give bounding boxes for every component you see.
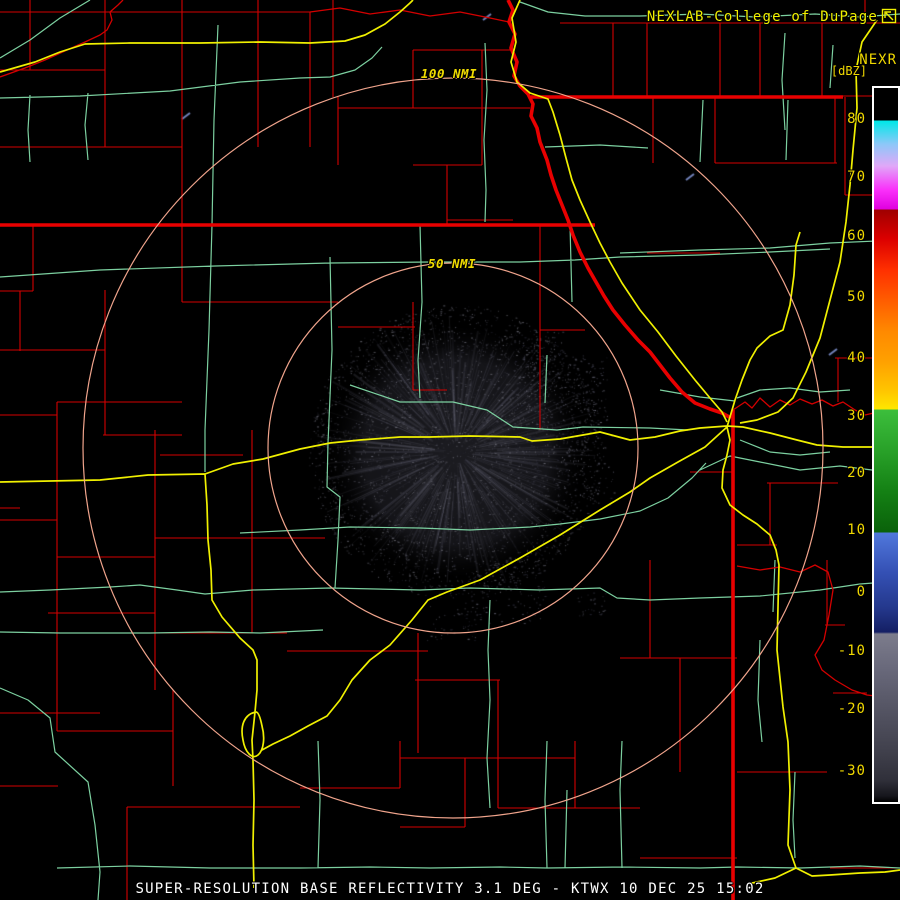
- radar-app-window: 100 NMI 50 NMI NEXLAB-College of DuPage …: [0, 0, 900, 900]
- dbz-colorbar: [872, 86, 900, 804]
- map-viewport[interactable]: [0, 0, 900, 900]
- range-ring-label-100nmi: 100 NMI: [420, 66, 478, 81]
- dbz-colorbar-gradient: [874, 88, 898, 802]
- range-ring-50nmi: [267, 262, 639, 634]
- range-ring-label-50nmi: 50 NMI: [427, 256, 477, 271]
- highway-roads: [0, 0, 900, 889]
- brand-link[interactable]: NEXLAB-College of DuPage: [647, 9, 878, 25]
- river-lines: [0, 0, 900, 699]
- colorbar-unit-label: [dBZ]: [830, 64, 867, 78]
- range-rings: [82, 77, 824, 819]
- range-ring-100nmi: [82, 77, 824, 819]
- local-roads: [0, 0, 900, 900]
- state-borders: [0, 0, 843, 900]
- arrow-up-left-icon[interactable]: [881, 8, 897, 24]
- product-title: SUPER-RESOLUTION BASE REFLECTIVITY 3.1 D…: [135, 881, 765, 897]
